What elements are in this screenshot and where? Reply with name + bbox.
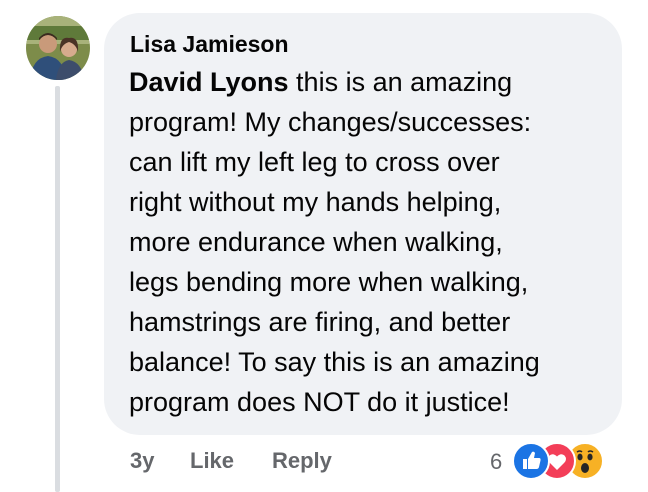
reaction-count: 6	[490, 449, 503, 474]
comment-timestamp[interactable]: 3y	[130, 448, 154, 474]
avatar[interactable]	[26, 16, 90, 80]
avatar-photo	[26, 16, 90, 80]
like-button[interactable]: Like	[190, 448, 234, 474]
comment-thread: Lisa Jamieson David Lyons this is an ama…	[0, 0, 648, 492]
like-icon	[512, 442, 550, 480]
comment-line-9: program does NOT do it justice!	[129, 387, 510, 417]
comment-line-8: balance! To say this is an amazing	[129, 347, 540, 377]
thread-line	[55, 86, 60, 492]
reactions-summary[interactable]: 6	[490, 442, 620, 480]
comment-author[interactable]: Lisa Jamieson	[130, 31, 289, 58]
comment-line-3: can lift my left leg to cross over	[129, 147, 500, 177]
comment-line-4: right without my hands helping,	[129, 187, 502, 217]
comment-text: David Lyons this is an amazing program! …	[129, 62, 607, 422]
reply-button[interactable]: Reply	[272, 448, 332, 474]
comment-line-7: hamstrings are firing, and better	[129, 307, 511, 337]
comment-line-text: this is an amazing	[288, 67, 513, 97]
comment-line-2: program! My changes/successes:	[129, 107, 532, 137]
mention-link[interactable]: David Lyons	[129, 67, 289, 97]
comment-line-6: legs bending more when walking,	[129, 267, 529, 297]
comment-line-1: David Lyons this is an amazing	[129, 62, 607, 102]
comment-line-5: more endurance when walking,	[129, 227, 503, 257]
